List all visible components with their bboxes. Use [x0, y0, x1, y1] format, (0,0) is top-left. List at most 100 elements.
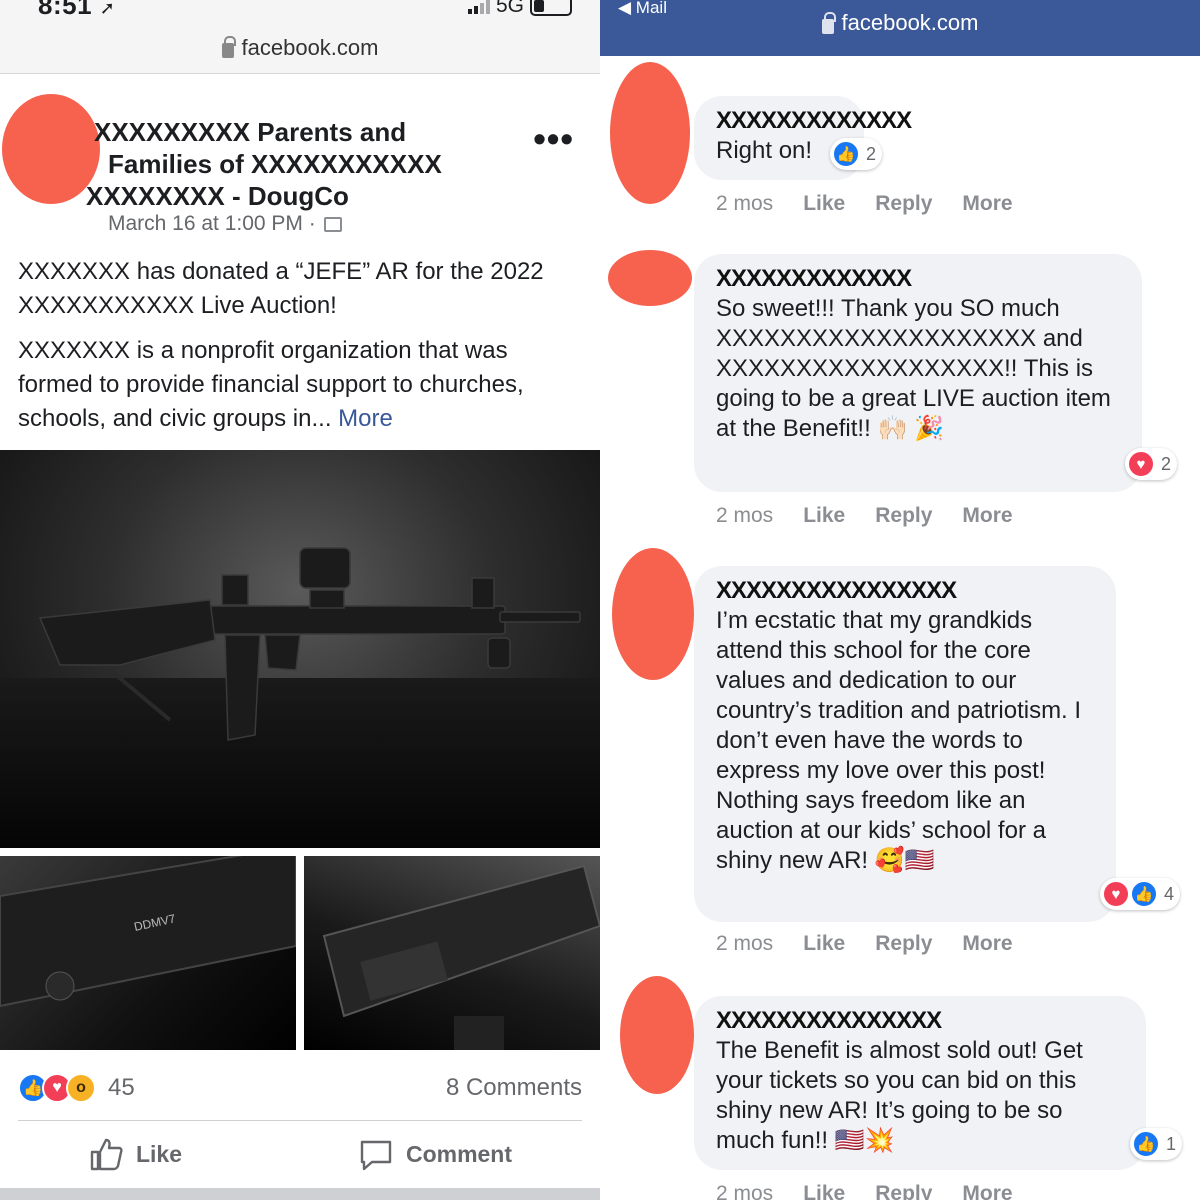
- reaction-count: 4: [1164, 883, 1175, 904]
- post-actions: Like Comment: [0, 1128, 600, 1180]
- commenter-name[interactable]: XXXXXXXXXXXXX: [716, 264, 1120, 294]
- rifle-closeup-right: [322, 864, 600, 1050]
- commenter-avatar[interactable]: [620, 976, 694, 1094]
- comment-reply-button[interactable]: Reply: [875, 932, 932, 956]
- post-photo-main[interactable]: [0, 450, 600, 848]
- comment-bubble: XXXXXXXXXXXXXXXX I’m ecstatic that my gr…: [694, 566, 1116, 922]
- comment-text: The Benefit is almost sold out! Get your…: [716, 1037, 1083, 1154]
- reactions-summary[interactable]: 👍 ♥ o 45 8 Comments: [18, 1066, 582, 1110]
- comment-label: Comment: [405, 1140, 513, 1167]
- post-photo-detail-left[interactable]: DDMV7: [0, 856, 296, 1050]
- comment-like-button[interactable]: Like: [803, 192, 845, 216]
- comment-bubble: XXXXXXXXXXXXXXX The Benefit is almost so…: [694, 996, 1146, 1170]
- battery-icon: [530, 0, 572, 16]
- comment-bubble: XXXXXXXXXXXXX So sweet!!! Thank you SO m…: [694, 254, 1142, 492]
- lock-icon: [821, 11, 836, 34]
- see-more-link[interactable]: More: [338, 405, 393, 432]
- rifle-closeup-left: DDMV7: [0, 856, 296, 1008]
- comment-time: 2 mos: [716, 1182, 774, 1200]
- address-bar[interactable]: facebook.com: [0, 22, 600, 74]
- like-reaction-icon: 👍: [832, 140, 860, 168]
- like-reaction-icon: 👍: [1130, 880, 1158, 908]
- post-header: XXXXXXXXX Parents and Families of XXXXXX…: [0, 90, 600, 240]
- address-text: facebook.com: [841, 10, 979, 35]
- comment-like-button[interactable]: Like: [803, 1182, 845, 1200]
- signal-icon: [467, 0, 490, 14]
- comment-more-button[interactable]: More: [962, 504, 1012, 528]
- status-bar: 8:51 ➚ 5G: [0, 0, 600, 22]
- comment-text: So sweet!!! Thank you SO much XXXXXXXXXX…: [716, 295, 1111, 442]
- page-name-line-1: XXXXXXXXX Parents and: [94, 117, 407, 147]
- location-arrow-icon: ➚: [99, 0, 116, 18]
- comment-time: 2 mos: [716, 504, 774, 527]
- page-name-line-3: XXXXXXXX - DougCo: [86, 181, 349, 211]
- comments-count-link[interactable]: 8 Comments: [446, 1074, 582, 1102]
- comment-actions: 2 mos Like Reply More: [716, 932, 1013, 956]
- comment-reply-button[interactable]: Reply: [875, 1182, 932, 1200]
- comment-actions: 2 mos Like Reply More: [716, 192, 1013, 216]
- post-photo-detail-right[interactable]: [304, 856, 600, 1050]
- comment-reactions[interactable]: 👍 1: [1130, 1128, 1183, 1160]
- comment-reply-button[interactable]: Reply: [875, 192, 932, 216]
- reaction-icons: 👍 ♥ o 45: [18, 1073, 135, 1103]
- right-screenshot: ◀ Mail facebook.com XXXXXXXXXXXXX Right …: [600, 0, 1200, 1200]
- post-meta: March 16 at 1:00 PM ·: [108, 212, 342, 236]
- comment: XXXXXXXXXXXXXXX The Benefit is almost so…: [600, 976, 1200, 1200]
- lock-icon: [221, 36, 236, 58]
- comment-more-button[interactable]: More: [962, 1182, 1012, 1200]
- status-right: 5G: [467, 0, 572, 18]
- love-reaction-icon: ♥: [1127, 450, 1155, 478]
- post-body: XXXXXXX has donated a “JEFE” AR for the …: [18, 255, 588, 447]
- reaction-count: 1: [1166, 1133, 1177, 1154]
- comment-more-button[interactable]: More: [962, 192, 1012, 216]
- post-date[interactable]: March 16 at 1:00 PM ·: [108, 212, 316, 236]
- wow-reaction-icon: o: [66, 1073, 96, 1103]
- like-reaction-icon: 👍: [1132, 1130, 1160, 1158]
- status-time: 8:51 ➚: [38, 0, 116, 20]
- like-button[interactable]: Like: [88, 1136, 182, 1172]
- network-label: 5G: [495, 0, 524, 17]
- comment-time: 2 mos: [716, 932, 774, 955]
- page-name-line-2: Families of XXXXXXXXXXX: [108, 149, 442, 179]
- commenter-avatar[interactable]: [610, 62, 690, 204]
- comment-text: Right on!: [716, 137, 813, 164]
- comment-actions: 2 mos Like Reply More: [716, 1182, 1013, 1200]
- comment: XXXXXXXXXXXXX So sweet!!! Thank you SO m…: [600, 250, 1200, 540]
- post-paragraph-1: XXXXXXX has donated a “JEFE” AR for the …: [18, 258, 544, 319]
- reaction-count: 2: [1161, 453, 1172, 474]
- rifle-illustration: [38, 547, 581, 741]
- address-bar[interactable]: facebook.com: [600, 10, 1200, 36]
- divider: [18, 1120, 582, 1121]
- left-screenshot: 8:51 ➚ 5G facebook.com XXXXXXXXX Parents…: [0, 0, 600, 1200]
- bottom-strip: [0, 1188, 600, 1200]
- comment-button[interactable]: Comment: [358, 1136, 512, 1172]
- comment-reply-button[interactable]: Reply: [875, 504, 932, 528]
- browser-top-bar: ◀ Mail facebook.com: [600, 0, 1200, 56]
- post-options-button[interactable]: •••: [533, 118, 574, 160]
- page-name[interactable]: XXXXXXXXX Parents and Families of XXXXXX…: [86, 116, 528, 212]
- comment: XXXXXXXXXXXXXXXX I’m ecstatic that my gr…: [600, 548, 1200, 968]
- comment-text: I’m ecstatic that my grandkids attend th…: [716, 607, 1082, 874]
- comment-like-button[interactable]: Like: [803, 504, 845, 528]
- address-text: facebook.com: [241, 34, 379, 60]
- comment-like-button[interactable]: Like: [803, 932, 845, 956]
- comment-more-button[interactable]: More: [962, 932, 1012, 956]
- commenter-name[interactable]: XXXXXXXXXXXXX: [716, 106, 912, 136]
- commenter-avatar[interactable]: [608, 250, 692, 306]
- comment-reactions[interactable]: ♥ 👍 4: [1100, 878, 1181, 910]
- love-reaction-icon: ♥: [1102, 880, 1130, 908]
- like-label: Like: [135, 1140, 182, 1167]
- commenter-name[interactable]: XXXXXXXXXXXXXXX: [716, 1006, 1124, 1036]
- commenter-avatar[interactable]: [612, 548, 694, 680]
- reaction-count: 2: [866, 143, 877, 164]
- comment: XXXXXXXXXXXXX Right on! 👍 2 2 mos Like R…: [600, 60, 1200, 230]
- post-paragraph-2: XXXXXXX is a nonprofit organization that…: [18, 337, 524, 432]
- comment-reactions[interactable]: 👍 2: [830, 138, 883, 170]
- reaction-count: 45: [108, 1074, 135, 1101]
- comment-reactions[interactable]: ♥ 2: [1125, 448, 1178, 480]
- comment-actions: 2 mos Like Reply More: [716, 504, 1013, 528]
- audience-icon: [323, 216, 342, 232]
- thumbs-up-icon: [90, 1138, 123, 1171]
- comment-bubble-icon: [360, 1140, 392, 1171]
- commenter-name[interactable]: XXXXXXXXXXXXXXXX: [716, 576, 1094, 606]
